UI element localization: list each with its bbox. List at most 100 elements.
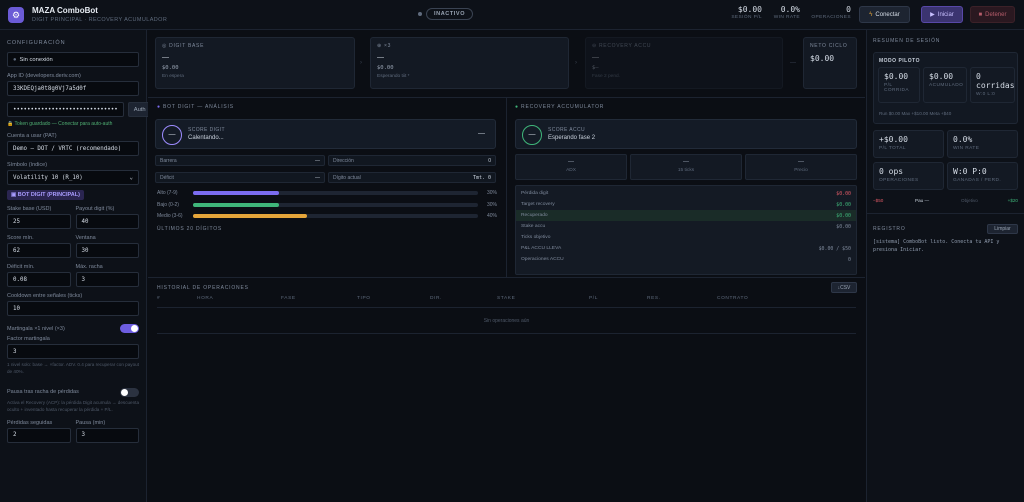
accu-box-ticks: —15 ticks [630, 154, 742, 180]
log-content: [sistema] ComboBot listo. Conecta tu API… [873, 239, 1000, 253]
table-row: P&L ACCU LLEVA $0.00 / $50 [521, 245, 851, 252]
pause-min-label: Pausa (min) [75, 419, 106, 426]
stat-pl-total: +$0.00 P/L TOTAL [873, 130, 944, 158]
bar-mid-fill [193, 214, 307, 218]
stop-button[interactable]: ■ Detener [970, 6, 1015, 23]
card-martingale: ⊕ ×3 — $0.00 Esperando tiit * [370, 37, 569, 89]
status-dot-icon [418, 12, 422, 16]
pause-row: Pausa tras racha de pérdidas [7, 387, 139, 397]
config-sidebar: CONFIGURACIÓN ● Sin conexión App ID (dev… [0, 30, 152, 502]
dot-icon: ● [515, 104, 519, 110]
field-current-digit: Dígito actual Tmt. 0 [328, 172, 496, 183]
digit-score-box: — SCORE DIGIT Calentando... — [155, 119, 496, 149]
log-title: REGISTRO [873, 226, 906, 232]
stat-won-lost: W:0 P:0 GANADAS / PERD. [947, 162, 1018, 190]
martingale-row: Martingala ×1 nivel (×3) [7, 324, 139, 333]
martingale-factor-label: Factor martingala [7, 336, 50, 342]
table-row: Target recovery $0.00 [521, 201, 851, 208]
status-indicator: INACTIVO [418, 7, 474, 21]
start-button[interactable]: ▶ Iniciar [921, 6, 963, 23]
stake-input[interactable]: 25 [7, 214, 71, 229]
bar-mid: Medio (3-6) 40% [157, 213, 497, 219]
app-id-label: App ID (developers.deriv.com) [7, 73, 81, 79]
martingale-toggle-label: Martingala ×1 nivel (×3) [7, 325, 65, 332]
pilot-accumulated: $0.00 ACUMULADO [923, 67, 967, 103]
digit-panel-title: ● BOT DIGIT — ANÁLISIS [157, 104, 234, 110]
martingale-factor-input[interactable]: 3 [7, 344, 139, 359]
table-row: Pérdida digit $0.00 [521, 190, 851, 197]
accu-score-box: — SCORE ACCU Esperando fase 2 [515, 119, 857, 149]
table-row: Operaciones ACCU 0 [521, 256, 851, 263]
bar-low-fill [193, 203, 279, 207]
app-subtitle: DIGIT PRINCIPAL · RECOVERY ACUMULADOR [32, 17, 168, 23]
pause-min-input[interactable]: 3 [75, 427, 139, 443]
martingale-hint: 1 nivel solo: base → ×factor. ADV. 0.4 p… [7, 362, 139, 374]
table-row: Stake accu $0.00 [521, 223, 851, 230]
csv-download-button[interactable]: ↓CSV [831, 282, 857, 293]
streak-label: Máx. racha [75, 264, 103, 270]
summary-title: RESUMEN DE SESIÓN [873, 38, 941, 44]
config-title: CONFIGURACIÓN [7, 40, 66, 46]
bar-high: Alto (7-9) 30% [157, 190, 497, 196]
api-token-input[interactable]: •••••••••••••••••••••••••••••• [7, 102, 124, 117]
payout-input[interactable]: 40 [75, 214, 139, 229]
card-net-cycle: NETO CICLO $0.00 [803, 37, 857, 89]
summary-sidebar: RESUMEN DE SESIÓN MODO PILOTO $0.00 P/L C… [866, 30, 1024, 502]
losses-input[interactable]: 2 [7, 427, 71, 443]
deficit-input[interactable]: 0.08 [7, 272, 71, 287]
top-bar: ⚙ MAZA ComboBot DIGIT PRINCIPAL · RECOVE… [0, 0, 1024, 30]
table-row: Recuperado $0.00 [516, 210, 856, 221]
pilot-runs: 0 corridas W:0 L:0 [970, 67, 1015, 103]
accu-stats-table: Pérdida digit $0.00 Target recovery $0.00 … [515, 185, 857, 275]
field-direction: Dirección 0 [328, 155, 496, 166]
account-label: Cuenta a usar (PAT) [7, 133, 57, 139]
app-id-input[interactable]: 33KDEQja0t8g0Vj7a5d0f [7, 81, 139, 96]
dot-icon: ● [157, 104, 161, 110]
connection-dot-icon: ● [13, 56, 17, 63]
last-digits-label: ÚLTIMOS 20 DÍGITOS [157, 226, 223, 232]
martingale-toggle[interactable] [120, 324, 139, 333]
deficit-label: Déficit mín. [7, 264, 35, 270]
symbol-label: Símbolo (índice) [7, 162, 48, 168]
bolt-icon: ϟ [869, 11, 873, 18]
history-empty: Sin operaciones aún [483, 318, 530, 324]
stake-label: Stake base (USD) [7, 206, 52, 212]
arrow-right-icon: › [360, 60, 362, 66]
payout-label: Payout digit (%) [75, 206, 115, 212]
account-select[interactable]: Demo — DOT / VRTC (recomendado) [7, 141, 139, 156]
dash-icon: — [790, 60, 796, 66]
lock-icon: 🔒 [7, 121, 14, 127]
accu-score-ring: — [522, 125, 542, 145]
kpi-session-pl: $0.00 SESIÓN P/L [731, 5, 762, 20]
connect-button[interactable]: ϟ Conectar [859, 6, 910, 23]
main-area: ◎ DIGIT BASE — $0.00 En espera › ⊕ ×3 — … [148, 30, 865, 502]
digit-score-ring: — [162, 125, 182, 145]
chevron-down-icon: ⌄ [129, 174, 134, 181]
cooldown-input[interactable]: 10 [7, 301, 139, 316]
accu-box-adx: — ADX [515, 154, 627, 180]
stop-icon: ■ [978, 11, 983, 18]
cooldown-label: Cooldown entre señales (ticks) [7, 293, 83, 299]
field-barrier: Barrera — [155, 155, 325, 166]
section-badge-digit: ▣ BOT DIGIT (PRINCIPAL) [7, 190, 84, 200]
history-header: # HORA FASE TIPO DIR. STAKE P/L RES. CON… [157, 296, 749, 301]
app-title: MAZA ComboBot [32, 6, 98, 15]
logo-icon: ⚙ [8, 7, 24, 23]
losses-label: Pérdidas seguidas [7, 419, 53, 426]
window-input[interactable]: 30 [75, 243, 139, 258]
pilot-mode-box: MODO PILOTO $0.00 P/L CORRIDA $0.00 ACUMUL… [873, 52, 1018, 124]
streak-input[interactable]: 3 [75, 272, 139, 287]
status-badge: INACTIVO [426, 8, 474, 20]
digit-score-side: — [478, 130, 485, 137]
robot-icon: ▣ [11, 192, 17, 198]
pause-toggle[interactable] [120, 387, 139, 397]
token-note: 🔒 Token guardado — Conectar para auto-au… [7, 121, 113, 127]
bar-low: Bajo (0-2) 30% [157, 202, 497, 208]
table-row: Ticks objetivo [521, 235, 551, 240]
connection-status: ● Sin conexión [7, 52, 139, 67]
pl-range-bar: −$50 Pau — Objetivo +$20 [873, 198, 1018, 203]
clear-log-button[interactable]: Limpiar [987, 224, 1018, 234]
symbol-select[interactable]: Volatility 10 (R_10) ⌄ [7, 170, 139, 185]
field-deficit: Déficit — [155, 172, 325, 183]
score-min-input[interactable]: 62 [7, 243, 71, 258]
